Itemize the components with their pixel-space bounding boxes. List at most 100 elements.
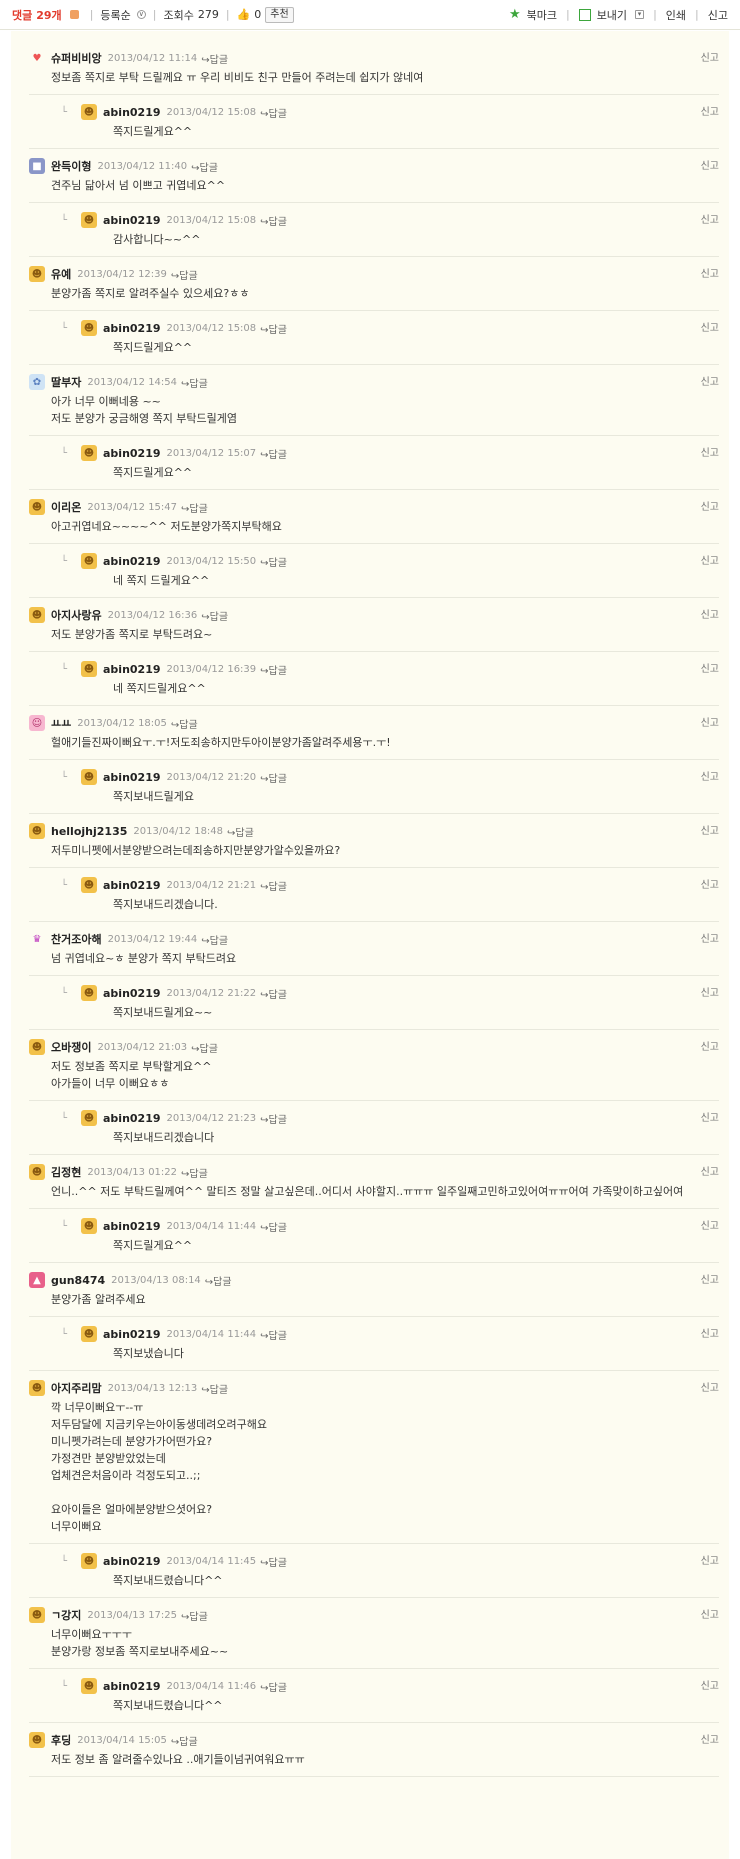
- comment-author[interactable]: abin0219: [103, 663, 161, 676]
- bookmark-star-icon[interactable]: ★: [509, 7, 521, 22]
- comment-author[interactable]: abin0219: [103, 1220, 161, 1233]
- pink-face-icon[interactable]: ☺: [29, 715, 45, 731]
- reply-button[interactable]: ↪답글: [260, 321, 287, 336]
- comment-author[interactable]: ㅛㅛ: [51, 715, 71, 731]
- kids-icon[interactable]: ✿: [29, 374, 45, 390]
- reply-button[interactable]: ↪답글: [191, 159, 218, 174]
- reply-button[interactable]: ↪답글: [171, 716, 198, 731]
- dog-icon[interactable]: ■: [29, 158, 45, 174]
- send-icon[interactable]: [578, 8, 591, 21]
- comment-author[interactable]: 후딩: [51, 1732, 71, 1748]
- thumbs-up-icon[interactable]: 👍: [237, 8, 251, 21]
- comment-author[interactable]: abin0219: [103, 771, 161, 784]
- reply-button[interactable]: ↪답글: [181, 1165, 208, 1180]
- author-avatar-icon[interactable]: ☻: [81, 985, 97, 1001]
- comment-author[interactable]: abin0219: [103, 322, 161, 335]
- face-icon[interactable]: ☻: [29, 499, 45, 515]
- report-link[interactable]: 신고: [701, 822, 719, 837]
- reply-button[interactable]: ↪답글: [260, 986, 287, 1001]
- report-link[interactable]: 신고: [701, 876, 719, 891]
- face-icon[interactable]: ☻: [29, 823, 45, 839]
- comment-author[interactable]: 오바쟁이: [51, 1039, 91, 1055]
- report-link[interactable]: 신고: [701, 768, 719, 783]
- report-link[interactable]: 신고: [701, 1271, 719, 1286]
- reply-button[interactable]: ↪답글: [171, 1733, 198, 1748]
- comment-author[interactable]: 이리온: [51, 499, 81, 515]
- face-icon[interactable]: ☻: [29, 1380, 45, 1396]
- report-link[interactable]: 신고: [701, 373, 719, 388]
- report-link[interactable]: 신고: [701, 930, 719, 945]
- reply-button[interactable]: ↪답글: [201, 51, 228, 66]
- report-link[interactable]: 신고: [701, 1677, 719, 1692]
- comment-author[interactable]: 슈퍼비비앙: [51, 50, 102, 66]
- reply-button[interactable]: ↪답글: [201, 932, 228, 947]
- reply-button[interactable]: ↪답글: [227, 824, 254, 839]
- report-link[interactable]: 신고: [701, 103, 719, 118]
- face-icon[interactable]: ☻: [29, 266, 45, 282]
- reply-button[interactable]: ↪답글: [260, 446, 287, 461]
- reply-button[interactable]: ↪답글: [260, 213, 287, 228]
- collapse-icon[interactable]: [69, 10, 79, 19]
- face-icon[interactable]: ☻: [29, 1039, 45, 1055]
- report-link[interactable]: 신고: [701, 498, 719, 513]
- comment-author[interactable]: abin0219: [103, 1680, 161, 1693]
- comment-author[interactable]: abin0219: [103, 447, 161, 460]
- comments-label[interactable]: 댓글: [12, 7, 32, 23]
- sort-dropdown-icon[interactable]: ∨: [136, 10, 146, 19]
- author-avatar-icon[interactable]: ☻: [81, 320, 97, 336]
- report-link[interactable]: 신고: [701, 606, 719, 621]
- reply-button[interactable]: ↪답글: [205, 1273, 232, 1288]
- pink-icon[interactable]: ▲: [29, 1272, 45, 1288]
- face-icon[interactable]: ☻: [29, 1164, 45, 1180]
- comment-author[interactable]: abin0219: [103, 1555, 161, 1568]
- comment-author[interactable]: abin0219: [103, 214, 161, 227]
- reply-button[interactable]: ↪답글: [260, 105, 287, 120]
- comment-author[interactable]: abin0219: [103, 555, 161, 568]
- crown-icon[interactable]: ♛: [29, 931, 45, 947]
- reply-button[interactable]: ↪답글: [171, 267, 198, 282]
- reply-button[interactable]: ↪답글: [201, 608, 228, 623]
- comment-author[interactable]: abin0219: [103, 987, 161, 1000]
- reply-button[interactable]: ↪답글: [191, 1040, 218, 1055]
- report-link[interactable]: 신고: [701, 319, 719, 334]
- report-link[interactable]: 신고: [701, 157, 719, 172]
- comment-author[interactable]: hellojhj2135: [51, 825, 127, 838]
- comment-author[interactable]: 아지주리맘: [51, 1380, 102, 1396]
- author-avatar-icon[interactable]: ☻: [81, 1326, 97, 1342]
- comment-author[interactable]: 김정현: [51, 1164, 81, 1180]
- reply-button[interactable]: ↪답글: [260, 1219, 287, 1234]
- author-avatar-icon[interactable]: ☻: [81, 553, 97, 569]
- reply-button[interactable]: ↪답글: [181, 500, 208, 515]
- reply-button[interactable]: ↪답글: [260, 1554, 287, 1569]
- author-avatar-icon[interactable]: ☻: [81, 1678, 97, 1694]
- comment-author[interactable]: abin0219: [103, 1112, 161, 1125]
- report-link[interactable]: 신고: [701, 714, 719, 729]
- reply-button[interactable]: ↪답글: [260, 878, 287, 893]
- recommend-button[interactable]: 추천: [265, 6, 294, 23]
- reply-button[interactable]: ↪답글: [260, 1679, 287, 1694]
- comment-author[interactable]: abin0219: [103, 106, 161, 119]
- comment-author[interactable]: ㄱ강지: [51, 1607, 81, 1623]
- report-link[interactable]: 신고: [701, 1325, 719, 1340]
- report-link[interactable]: 신고: [701, 1163, 719, 1178]
- comment-author[interactable]: 유예: [51, 266, 71, 282]
- author-avatar-icon[interactable]: ☻: [81, 1218, 97, 1234]
- face-icon[interactable]: ☻: [29, 1732, 45, 1748]
- author-avatar-icon[interactable]: ☻: [81, 445, 97, 461]
- send-button[interactable]: 보내기: [597, 7, 627, 23]
- report-link[interactable]: 신고: [701, 552, 719, 567]
- reply-button[interactable]: ↪답글: [260, 770, 287, 785]
- comment-author[interactable]: abin0219: [103, 879, 161, 892]
- bookmark-button[interactable]: 북마크: [527, 7, 557, 23]
- report-link[interactable]: 신고: [701, 984, 719, 999]
- reply-button[interactable]: ↪답글: [260, 662, 287, 677]
- reply-button[interactable]: ↪답글: [181, 1608, 208, 1623]
- author-avatar-icon[interactable]: ☻: [81, 769, 97, 785]
- comment-author[interactable]: abin0219: [103, 1328, 161, 1341]
- report-link[interactable]: 신고: [701, 49, 719, 64]
- send-dropdown-icon[interactable]: ▾: [635, 10, 645, 19]
- author-avatar-icon[interactable]: ☻: [81, 661, 97, 677]
- report-button[interactable]: 신고: [708, 7, 728, 23]
- print-button[interactable]: 인쇄: [666, 7, 686, 23]
- reply-button[interactable]: ↪답글: [260, 554, 287, 569]
